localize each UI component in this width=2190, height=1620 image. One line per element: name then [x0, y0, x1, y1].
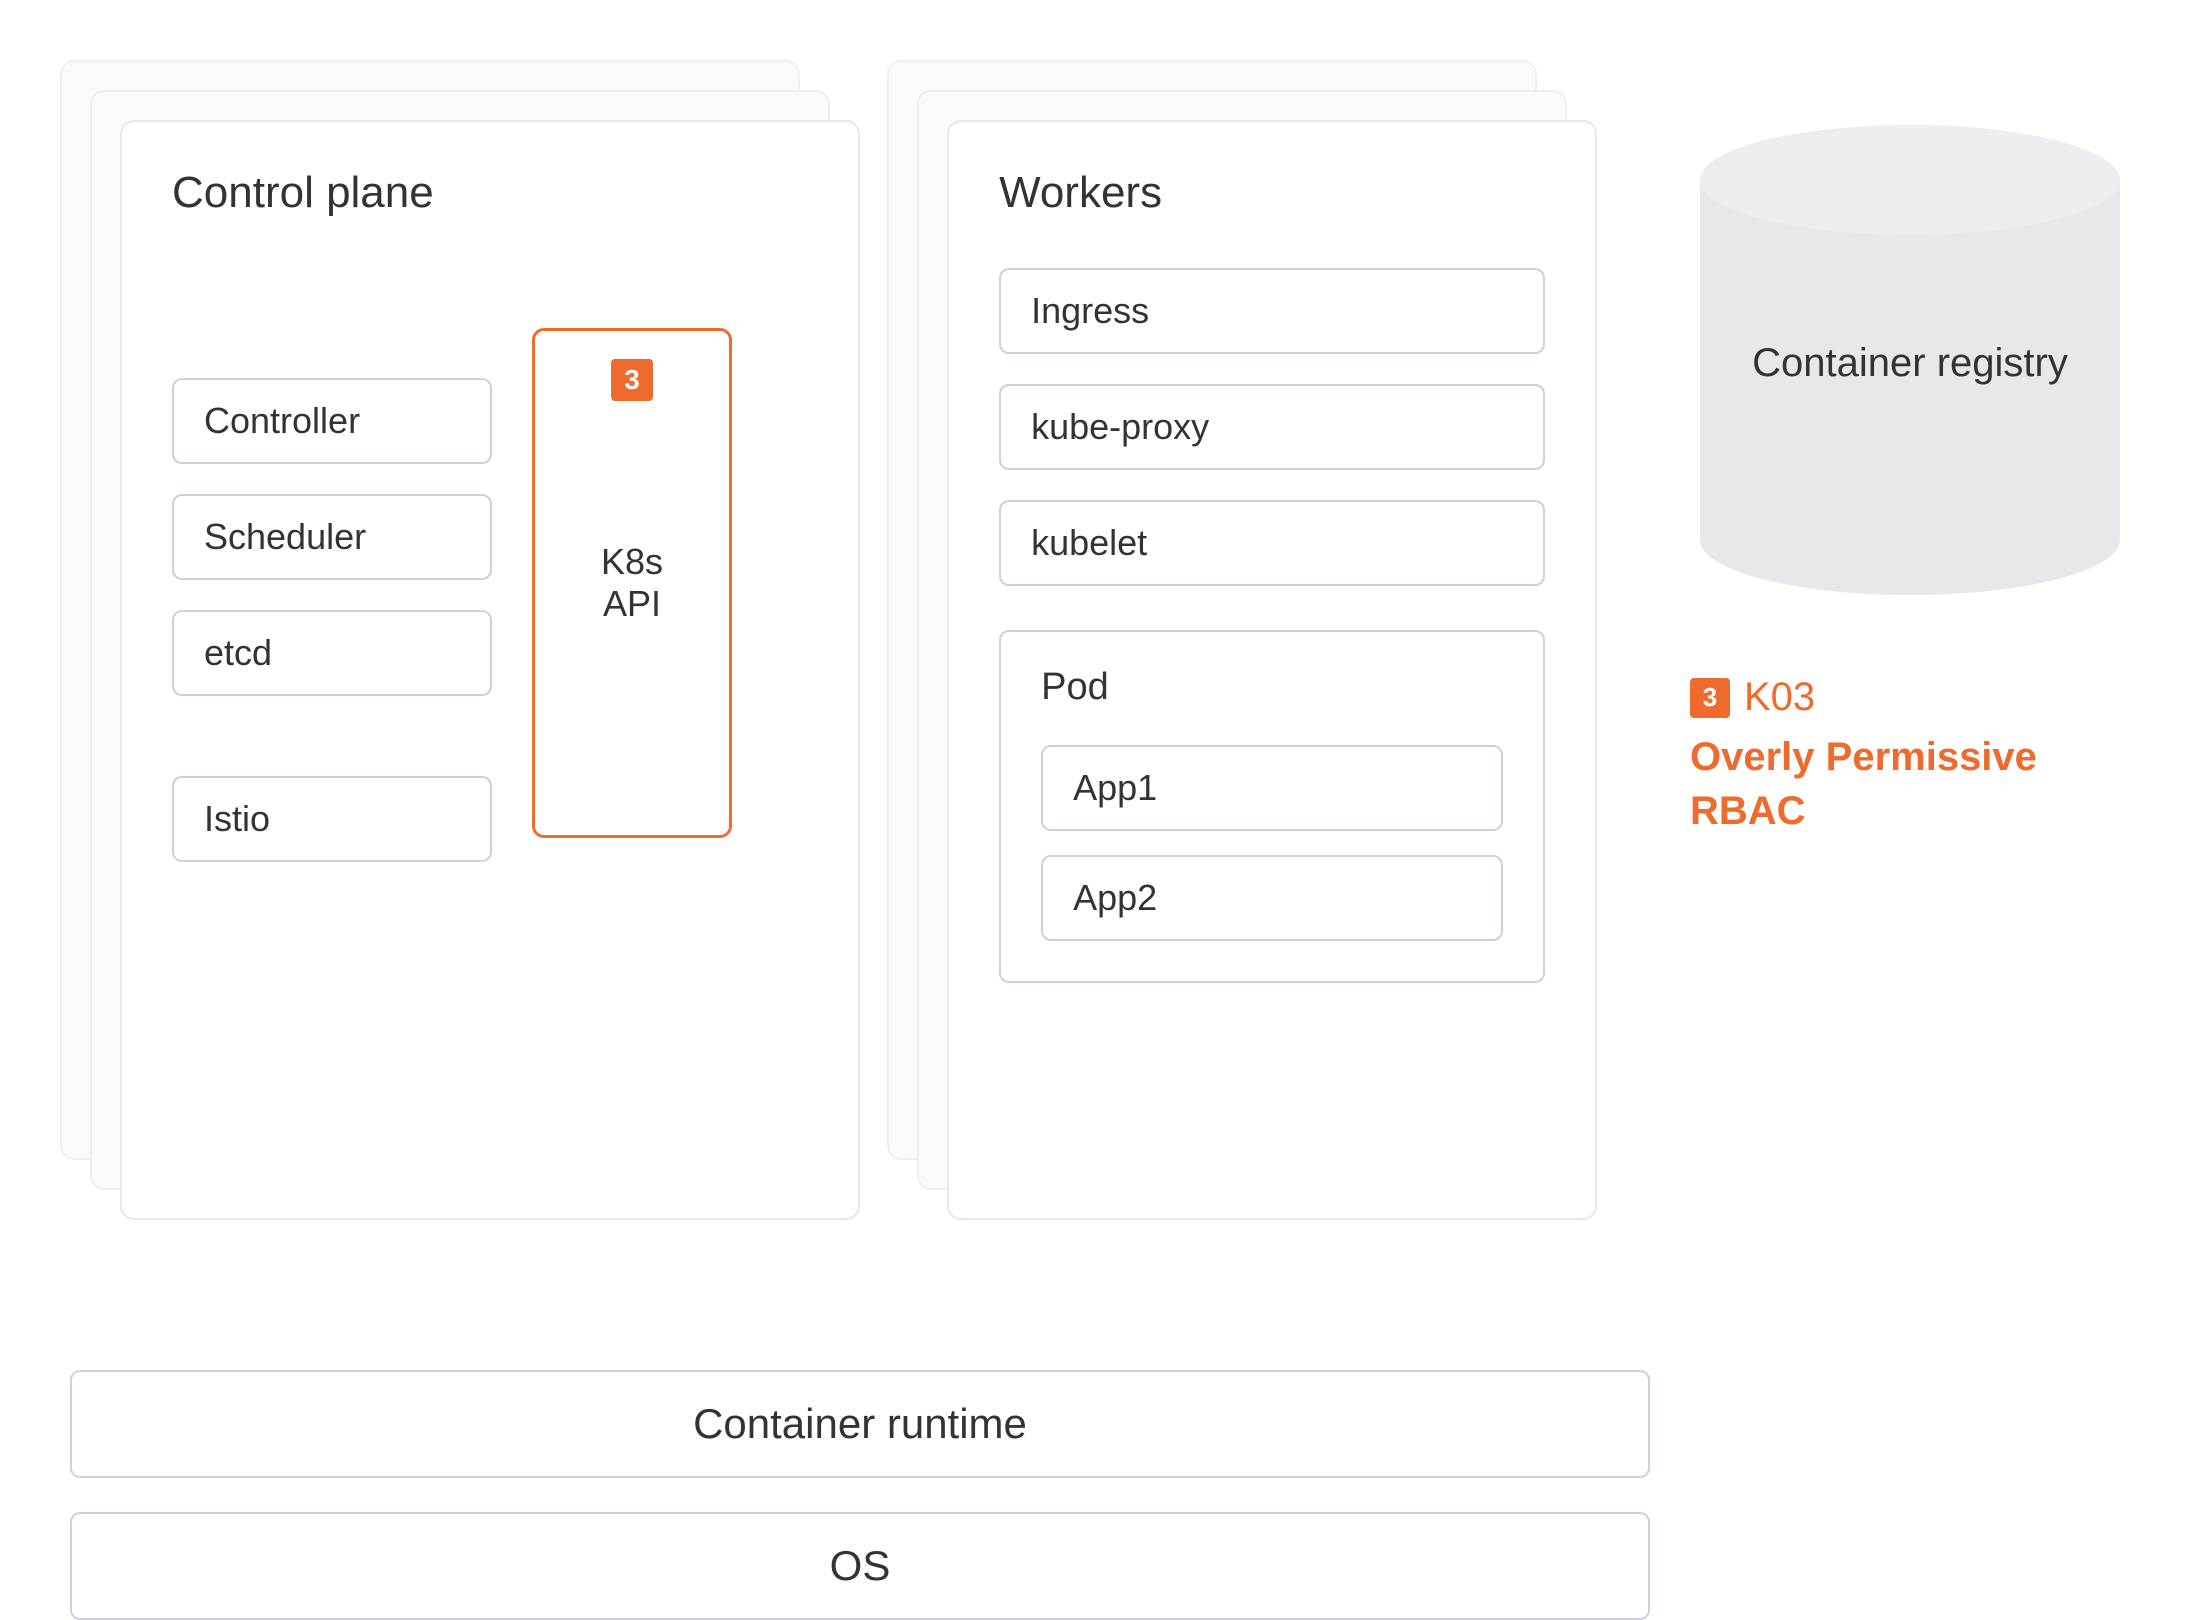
- ingress-box: Ingress: [999, 268, 1545, 354]
- control-plane-left-column: Controller Scheduler etcd Istio: [172, 268, 492, 862]
- istio-box: Istio: [172, 776, 492, 862]
- scheduler-box: Scheduler: [172, 494, 492, 580]
- callout-code: K03: [1744, 675, 1815, 719]
- workers-panel: Workers Ingress kube-proxy kubelet Pod A…: [947, 120, 1597, 1220]
- control-plane-title: Control plane: [172, 168, 808, 218]
- pod-box: Pod App1 App2: [999, 630, 1545, 983]
- control-plane-body: Controller Scheduler etcd Istio 3 K8s AP…: [172, 268, 808, 862]
- workers-stack: Workers Ingress kube-proxy kubelet Pod A…: [887, 60, 1570, 1230]
- kubelet-box: kubelet: [999, 500, 1545, 586]
- right-column: Container registry 3 K03 Overly Permissiv…: [1690, 120, 2130, 838]
- control-plane-panel: Control plane Controller Scheduler etcd …: [120, 120, 860, 1220]
- callout-desc: Overly Permissive RBAC: [1690, 730, 2130, 838]
- top-row: Control plane Controller Scheduler etcd …: [60, 60, 2130, 1230]
- app2-box: App2: [1041, 855, 1503, 941]
- controller-box: Controller: [172, 378, 492, 464]
- callout-tag: 3: [1690, 678, 1730, 718]
- callout: 3 K03 Overly Permissive RBAC: [1690, 670, 2130, 838]
- control-plane-stack: Control plane Controller Scheduler etcd …: [60, 60, 827, 1230]
- os-bar: OS: [70, 1512, 1650, 1620]
- bottom-bars: Container runtime OS: [70, 1370, 1650, 1620]
- etcd-box: etcd: [172, 610, 492, 696]
- container-registry-label: Container registry: [1690, 341, 2130, 386]
- k8s-api-box: 3 K8s API: [532, 328, 732, 838]
- diagram-canvas: Control plane Controller Scheduler etcd …: [0, 0, 2190, 1616]
- workers-body: Ingress kube-proxy kubelet Pod App1 App2: [999, 268, 1545, 983]
- workers-title: Workers: [999, 168, 1545, 218]
- k8s-api-tag: 3: [611, 359, 653, 401]
- container-registry: Container registry: [1690, 120, 2130, 600]
- app1-box: App1: [1041, 745, 1503, 831]
- pod-title: Pod: [1041, 666, 1503, 709]
- container-runtime-bar: Container runtime: [70, 1370, 1650, 1478]
- k8s-api-label: K8s API: [601, 541, 663, 625]
- kube-proxy-box: kube-proxy: [999, 384, 1545, 470]
